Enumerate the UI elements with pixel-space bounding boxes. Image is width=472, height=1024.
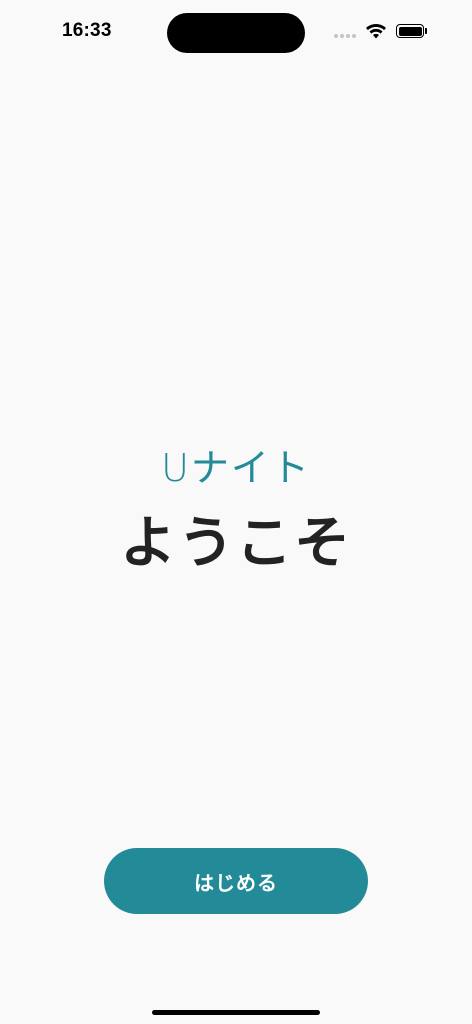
status-bar: 16:33 (0, 0, 472, 64)
battery-icon (396, 24, 424, 38)
home-indicator[interactable] (152, 1010, 320, 1015)
status-time: 16:33 (62, 20, 112, 41)
cellular-signal-icon (334, 34, 356, 38)
battery-cap (425, 28, 427, 34)
start-button[interactable]: はじめる (104, 848, 368, 914)
wifi-icon (366, 24, 386, 39)
dynamic-island (167, 13, 305, 53)
welcome-heading: ようこそ (120, 511, 352, 576)
app-logo: Uナイト (161, 446, 311, 490)
